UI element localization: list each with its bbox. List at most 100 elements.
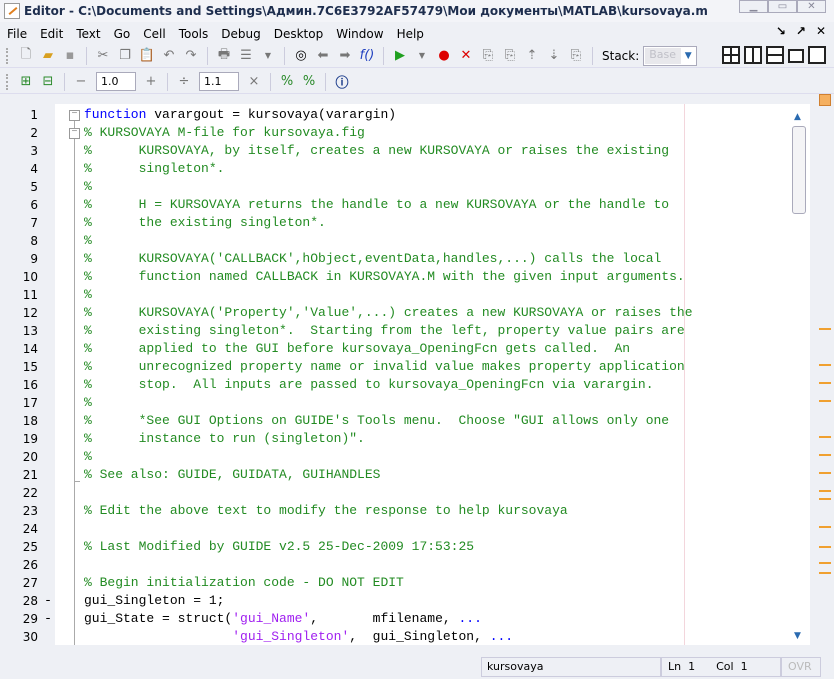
code-line[interactable]: 27 % Begin initialization code - DO NOT E… xyxy=(0,574,790,592)
multiply-button[interactable]: × xyxy=(245,73,263,91)
code-line[interactable]: 12 % KURSOVAYA('Property','Value',...) cr… xyxy=(0,304,790,322)
code-line[interactable]: 16 % stop. All inputs are passed to kurso… xyxy=(0,376,790,394)
code-line[interactable]: 3 % KURSOVAYA, by itself, creates a new K… xyxy=(0,142,790,160)
code-line[interactable]: 10 % function named CALLBACK in KURSOVAYA… xyxy=(0,268,790,286)
top-bottom-split-icon[interactable] xyxy=(766,46,784,64)
cell-percent-menu-icon[interactable]: % xyxy=(300,73,318,91)
code-line[interactable]: 6 % H = KURSOVAYA returns the handle to a… xyxy=(0,196,790,214)
code-line[interactable]: 30 'gui_Singleton', gui_Singleton, ... xyxy=(0,628,790,645)
chevron-down-icon[interactable]: ▼ xyxy=(413,47,431,65)
function-icon[interactable]: f() xyxy=(358,47,376,65)
insert-cell-icon[interactable]: ⊞ xyxy=(17,73,35,91)
chevron-down-icon[interactable]: ▼ xyxy=(259,47,277,65)
paste-icon[interactable]: 📋 xyxy=(138,47,156,65)
fold-collapse-icon[interactable]: − xyxy=(69,110,80,121)
menu-go[interactable]: Go xyxy=(114,27,131,41)
clear-breakpoints-icon[interactable]: ✕ xyxy=(457,47,475,65)
divide-button[interactable]: ÷ xyxy=(175,73,193,91)
scale-value-input[interactable]: 1.1 xyxy=(199,72,239,91)
warning-marker[interactable] xyxy=(819,436,831,438)
minimize-button[interactable]: ▁ xyxy=(739,0,768,13)
increment-button[interactable]: + xyxy=(142,73,160,91)
print-icon[interactable]: 🖶 xyxy=(215,47,233,65)
menu-cell[interactable]: Cell xyxy=(143,27,165,41)
warning-marker[interactable] xyxy=(819,562,831,564)
menu-text[interactable]: Text xyxy=(76,27,100,41)
warning-marker[interactable] xyxy=(819,490,831,492)
new-file-icon[interactable]: 🗋 xyxy=(17,47,35,65)
toolbar-grip[interactable] xyxy=(6,73,9,90)
copy-icon[interactable]: ❐ xyxy=(116,47,134,65)
code-line[interactable]: 26 xyxy=(0,556,790,574)
forward-arrow-icon[interactable]: ➡ xyxy=(336,47,354,65)
tile-layout-icon[interactable] xyxy=(722,46,740,64)
code-line[interactable]: 28- gui_Singleton = 1; xyxy=(0,592,790,610)
warning-marker[interactable] xyxy=(819,572,831,574)
stack-dropdown[interactable]: Base ▼ xyxy=(643,45,698,66)
eval-cell-icon[interactable]: ⊟ xyxy=(39,73,57,91)
code-line[interactable]: 29- gui_State = struct('gui_Name', mfilen… xyxy=(0,610,790,628)
increment-value-input[interactable]: 1.0 xyxy=(96,72,136,91)
code-line[interactable]: 9 % KURSOVAYA('CALLBACK',hObject,eventDat… xyxy=(0,250,790,268)
publish-icon[interactable]: ☰ xyxy=(237,47,255,65)
find-binoculars-icon[interactable]: ◎ xyxy=(292,47,310,65)
warning-marker[interactable] xyxy=(819,364,831,366)
menu-tools[interactable]: Tools xyxy=(179,27,209,41)
code-line[interactable]: 11% xyxy=(0,286,790,304)
breakpoint-marker[interactable]: - xyxy=(44,610,52,628)
code-line[interactable]: 1 − function varargout = kursovaya(varargi… xyxy=(0,106,790,124)
code-line[interactable]: 23 % Edit the above text to modify the re… xyxy=(0,502,790,520)
scroll-thumb[interactable] xyxy=(792,126,806,214)
close-button[interactable]: ✕ xyxy=(797,0,826,13)
warning-marker[interactable] xyxy=(819,382,831,384)
decrement-button[interactable]: − xyxy=(72,73,90,91)
step-out-icon[interactable]: ⇡ xyxy=(523,47,541,65)
code-line[interactable]: 18 % *See GUI Options on GUIDE's Tools me… xyxy=(0,412,790,430)
maximize-button[interactable]: ▭ xyxy=(768,0,797,13)
menu-window[interactable]: Window xyxy=(336,27,383,41)
exit-debug-icon[interactable]: ⎘ xyxy=(567,47,585,65)
dock-icon[interactable]: ↘ xyxy=(776,24,786,38)
code-line[interactable]: 5% xyxy=(0,178,790,196)
code-line[interactable]: 24 xyxy=(0,520,790,538)
menu-edit[interactable]: Edit xyxy=(40,27,63,41)
code-line[interactable]: 15 % unrecognized property name or invali… xyxy=(0,358,790,376)
warning-indicator-icon[interactable] xyxy=(819,94,831,106)
toolbar-grip[interactable] xyxy=(6,47,9,64)
continue-icon[interactable]: ⇣ xyxy=(545,47,563,65)
maximize-layout-icon[interactable] xyxy=(808,46,826,64)
code-analyzer-bar[interactable] xyxy=(814,92,834,652)
code-line[interactable]: 19 % instance to run (singleton)". xyxy=(0,430,790,448)
menu-desktop[interactable]: Desktop xyxy=(274,27,324,41)
warning-marker[interactable] xyxy=(819,328,831,330)
warning-marker[interactable] xyxy=(819,546,831,548)
code-line[interactable]: 25 % Last Modified by GUIDE v2.5 25-Dec-2… xyxy=(0,538,790,556)
scroll-up-icon[interactable]: ▲ xyxy=(794,112,801,122)
warning-marker[interactable] xyxy=(819,472,831,474)
vertical-scrollbar[interactable]: ▲ ▼ xyxy=(790,104,808,645)
code-line[interactable]: 14 % applied to the GUI before kursovaya_… xyxy=(0,340,790,358)
scroll-down-icon[interactable]: ▼ xyxy=(794,631,801,641)
code-line[interactable]: 7 % the existing singleton*. xyxy=(0,214,790,232)
save-icon[interactable]: ▪ xyxy=(61,47,79,65)
code-line[interactable]: 21 % See also: GUIDE, GUIDATA, GUIHANDLES xyxy=(0,466,790,484)
code-line[interactable]: 20% xyxy=(0,448,790,466)
redo-icon[interactable]: ↷ xyxy=(182,47,200,65)
step-icon[interactable]: ⎘ xyxy=(479,47,497,65)
close-editor-icon[interactable]: ✕ xyxy=(816,24,826,38)
step-in-icon[interactable]: ⎘ xyxy=(501,47,519,65)
code-line[interactable]: 13 % existing singleton*. Starting from t… xyxy=(0,322,790,340)
warning-marker[interactable] xyxy=(819,454,831,456)
code-line[interactable]: 8% xyxy=(0,232,790,250)
breakpoint-marker[interactable]: - xyxy=(44,592,52,610)
info-icon[interactable]: ⓘ xyxy=(333,73,351,91)
menu-debug[interactable]: Debug xyxy=(221,27,260,41)
cut-icon[interactable]: ✂ xyxy=(94,47,112,65)
code-line[interactable]: 22 xyxy=(0,484,790,502)
code-line[interactable]: 17% xyxy=(0,394,790,412)
undo-icon[interactable]: ↶ xyxy=(160,47,178,65)
menu-file[interactable]: File xyxy=(7,27,27,41)
warning-marker[interactable] xyxy=(819,400,831,402)
float-icon[interactable] xyxy=(788,49,804,63)
back-arrow-icon[interactable]: ⬅ xyxy=(314,47,332,65)
